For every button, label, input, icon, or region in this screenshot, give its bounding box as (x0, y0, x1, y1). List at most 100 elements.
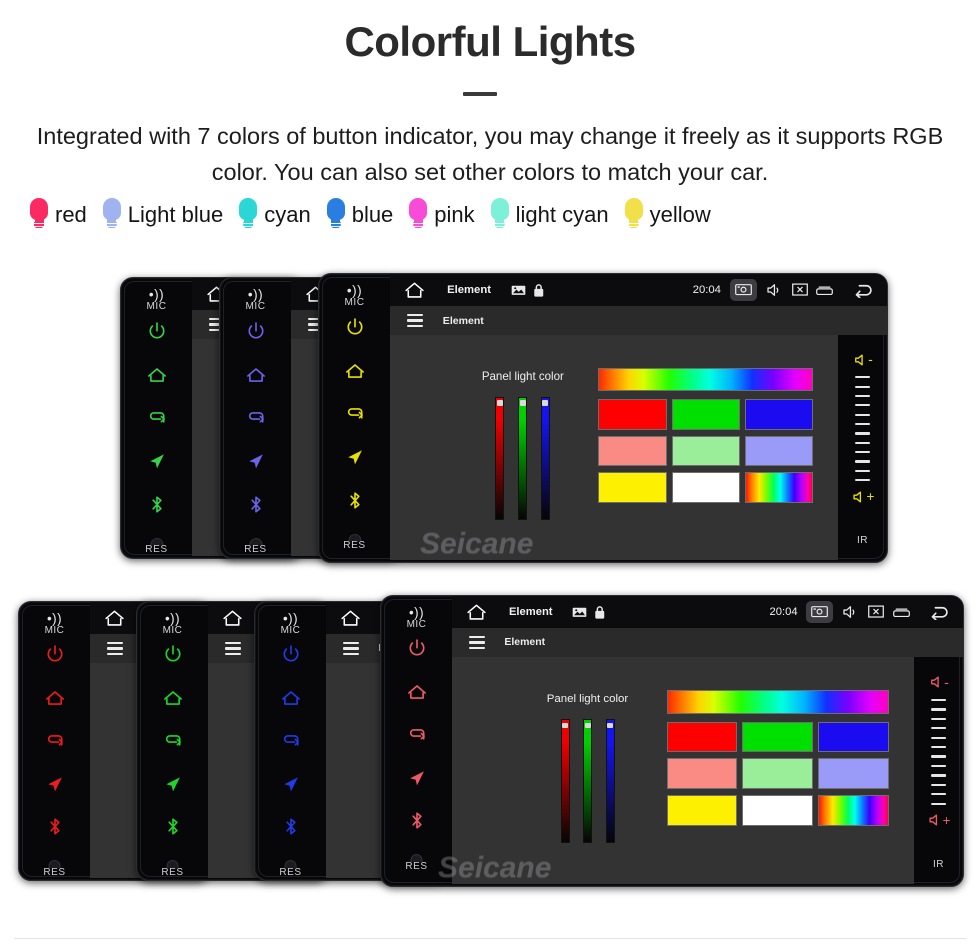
return-button[interactable] (343, 403, 366, 426)
mute-button[interactable] (841, 603, 859, 621)
hue-gradient-bar[interactable] (598, 367, 814, 392)
swatch-light-green[interactable] (671, 435, 740, 466)
return-button[interactable] (405, 724, 428, 747)
navigation-button[interactable] (161, 773, 184, 796)
volume-up-button[interactable]: + (851, 489, 874, 505)
swatch-yellow[interactable] (598, 472, 667, 503)
bulb-legend-label: red (55, 202, 87, 227)
statusbar-home-button[interactable] (466, 603, 487, 621)
swatch-green[interactable] (742, 721, 814, 753)
statusbar-home-button[interactable] (104, 609, 125, 627)
navigation-button[interactable] (279, 773, 302, 796)
blue-channel-slider[interactable] (605, 719, 615, 844)
bluetooth-icon (343, 489, 366, 512)
volume-up-button[interactable]: + (927, 812, 950, 828)
volume-down-button[interactable]: - (852, 352, 873, 368)
slider-handle[interactable] (519, 400, 526, 406)
swatch-white[interactable] (671, 472, 740, 503)
swatch-salmon[interactable] (598, 435, 667, 466)
return-button[interactable] (279, 730, 302, 753)
bulb-icon (101, 198, 123, 232)
bluetooth-button[interactable] (279, 815, 302, 838)
home-button[interactable] (161, 687, 184, 710)
power-button[interactable] (43, 643, 66, 666)
slider-handle[interactable] (542, 400, 549, 406)
return-button[interactable] (145, 407, 168, 430)
navigation-button[interactable] (43, 773, 66, 796)
return-button[interactable] (161, 730, 184, 753)
mute-button[interactable] (765, 281, 783, 299)
slider-handle[interactable] (496, 400, 503, 406)
swatch-rainbow[interactable] (817, 795, 889, 826)
return-arrow-icon (43, 730, 66, 753)
slider-handle[interactable] (584, 722, 591, 729)
bluetooth-button[interactable] (161, 815, 184, 838)
recent-apps-button[interactable] (892, 607, 910, 618)
volume-down-button[interactable]: - (928, 674, 949, 690)
close-window-button[interactable] (791, 283, 808, 297)
navigation-button[interactable] (145, 450, 168, 473)
power-button[interactable] (244, 320, 267, 343)
slider-handle[interactable] (607, 722, 614, 729)
hamburger-menu-icon[interactable] (469, 636, 485, 649)
power-button[interactable] (343, 316, 366, 339)
screenshot-button[interactable] (806, 601, 833, 623)
swatch-red[interactable] (666, 721, 738, 753)
bulb-icon (623, 198, 645, 232)
hamburger-menu-icon[interactable] (407, 314, 424, 327)
green-channel-slider[interactable] (517, 396, 528, 520)
green-channel-slider[interactable] (583, 719, 593, 844)
power-button[interactable] (145, 320, 168, 343)
swatch-rainbow[interactable] (744, 472, 814, 503)
navigation-button[interactable] (244, 450, 267, 473)
red-channel-slider[interactable] (495, 396, 505, 520)
power-button[interactable] (161, 643, 184, 666)
home-button[interactable] (279, 687, 302, 710)
volume-rail: - + IR (838, 274, 887, 562)
home-button[interactable] (43, 687, 66, 710)
screenshot-button[interactable] (729, 278, 757, 302)
bluetooth-icon (43, 815, 66, 838)
mic-indicator: •)) MIC (163, 612, 183, 636)
hamburger-menu-icon[interactable] (343, 642, 359, 655)
recent-apps-button[interactable] (816, 285, 834, 296)
statusbar-home-button[interactable] (340, 609, 361, 627)
hamburger-menu-icon[interactable] (225, 642, 241, 655)
power-button[interactable] (405, 637, 428, 660)
return-button[interactable] (43, 730, 66, 753)
hue-gradient-bar[interactable] (666, 689, 889, 714)
return-button[interactable] (244, 407, 267, 430)
swatch-blue[interactable] (744, 399, 814, 430)
bluetooth-button[interactable] (43, 815, 66, 838)
bluetooth-button[interactable] (145, 493, 168, 516)
product-feature-page: Colorful Lights Integrated with 7 colors… (0, 0, 980, 950)
bluetooth-icon (145, 493, 168, 516)
mic-label: MIC (280, 624, 301, 636)
red-channel-slider[interactable] (560, 719, 570, 844)
home-button[interactable] (145, 364, 168, 387)
home-button[interactable] (244, 364, 267, 387)
close-window-button[interactable] (868, 605, 884, 619)
statusbar-home-button[interactable] (222, 609, 243, 627)
swatch-light-green[interactable] (742, 758, 814, 790)
swatch-salmon[interactable] (666, 758, 738, 790)
swatch-periwinkle[interactable] (744, 435, 814, 466)
swatch-white[interactable] (742, 795, 814, 826)
home-button[interactable] (405, 681, 428, 704)
slider-handle[interactable] (562, 722, 569, 729)
swatch-periwinkle[interactable] (817, 758, 889, 790)
navigation-button[interactable] (343, 446, 366, 469)
statusbar-home-button[interactable] (404, 281, 425, 299)
hamburger-menu-icon[interactable] (107, 642, 123, 655)
swatch-blue[interactable] (817, 721, 889, 753)
swatch-yellow[interactable] (666, 795, 738, 826)
power-button[interactable] (279, 643, 302, 666)
bluetooth-button[interactable] (343, 489, 366, 512)
swatch-green[interactable] (671, 399, 740, 430)
bluetooth-button[interactable] (405, 809, 428, 832)
navigation-button[interactable] (405, 767, 428, 790)
home-button[interactable] (343, 360, 366, 383)
swatch-red[interactable] (598, 399, 667, 430)
bluetooth-button[interactable] (244, 493, 267, 516)
blue-channel-slider[interactable] (540, 396, 550, 520)
